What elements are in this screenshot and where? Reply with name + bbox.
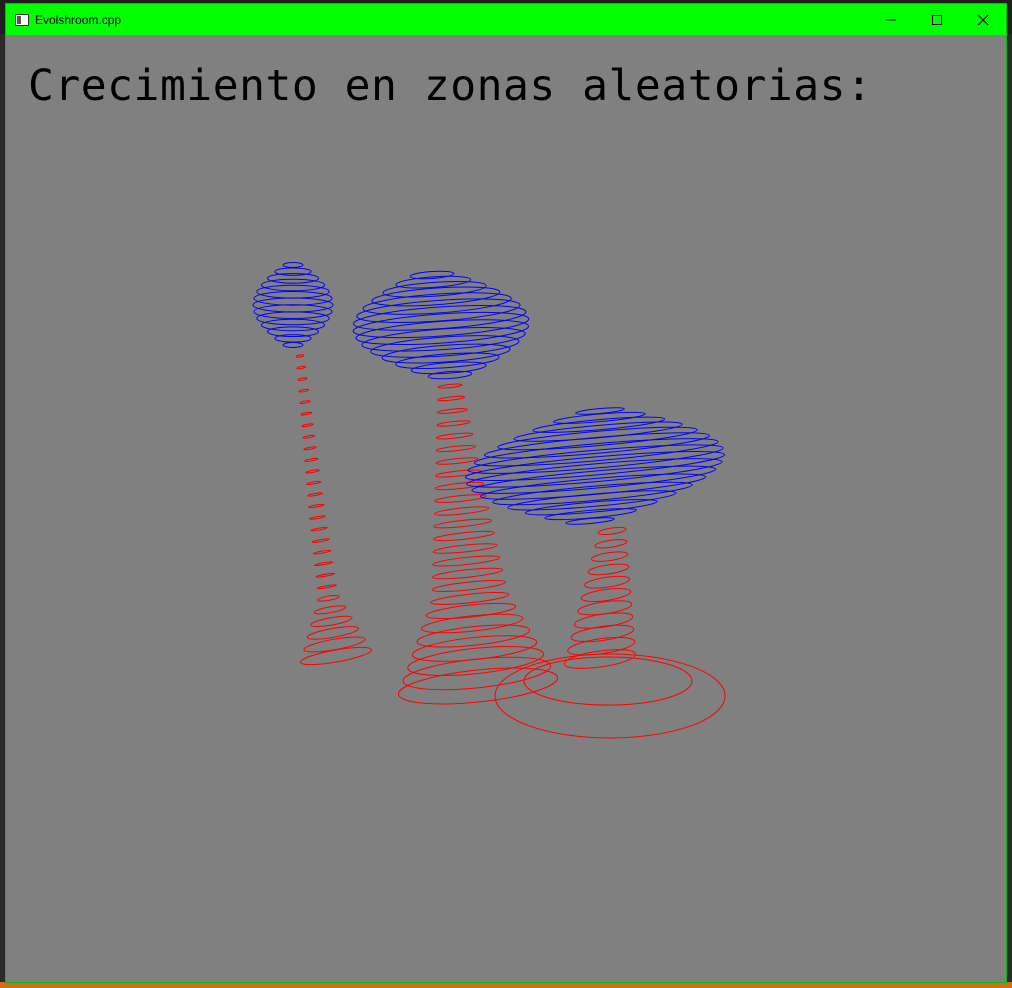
stem-ring [299, 400, 311, 404]
stem-ring [303, 446, 317, 451]
stem-ring [436, 408, 468, 414]
stem-ring [310, 526, 328, 532]
stem-ring [570, 624, 635, 643]
stem-ring [295, 354, 305, 358]
mushroom-caps [252, 262, 726, 525]
stem-base-ring [523, 656, 693, 706]
stem-ring [430, 592, 510, 605]
close-icon [977, 14, 989, 25]
render-canvas[interactable]: Crecimiento en zonas aleatorias: [6, 35, 1006, 982]
cap-ring [473, 438, 719, 467]
stem-ring [313, 605, 347, 615]
stem-ring [305, 469, 320, 474]
stem-ring [302, 434, 316, 439]
cap-ring [395, 352, 500, 369]
stem-ring [314, 561, 334, 567]
stem-ring [432, 555, 501, 567]
stem-ring [590, 551, 629, 562]
stem-ring [425, 602, 517, 620]
stem-ring [306, 480, 322, 486]
cap-ring [427, 370, 473, 380]
stem-ring [437, 395, 466, 402]
stem-ring [296, 365, 306, 370]
cap-ring [282, 262, 304, 268]
stem-ring [312, 549, 332, 555]
stem-ring [584, 575, 631, 589]
stem-ring [435, 457, 479, 465]
stem-ring [432, 543, 498, 554]
stem-ring [433, 506, 490, 516]
stem-ring [435, 444, 476, 453]
stem-ring [431, 567, 504, 580]
cap-ring [282, 342, 304, 348]
app-window: Evolshroom.cpp Crecimiento en zonas alea… [5, 3, 1007, 983]
stem-ring [297, 377, 308, 381]
stem-ring [315, 572, 336, 578]
stem-ring [311, 538, 330, 543]
stem-ring [307, 492, 323, 497]
stem-ring [407, 646, 545, 676]
stem-ring [309, 515, 327, 520]
mushroom-stems [295, 354, 726, 739]
stem-ring [300, 411, 313, 416]
app-icon [15, 13, 29, 26]
stem-ring [316, 584, 337, 590]
close-button[interactable] [960, 4, 1006, 35]
stem-ring [298, 388, 310, 393]
stem-ring [433, 530, 495, 542]
stem-ring [436, 420, 471, 427]
stem-ring [301, 423, 314, 428]
stem-base-ring [494, 653, 726, 739]
stem-ring [308, 503, 325, 509]
stem-ring [437, 383, 463, 389]
stem-ring [573, 612, 634, 629]
stem-ring [431, 580, 506, 592]
mushroom-scene [252, 262, 726, 739]
title-bar[interactable]: Evolshroom.cpp [6, 4, 1006, 35]
maximize-icon [932, 14, 942, 25]
stem-ring [434, 481, 485, 491]
stem-ring [587, 563, 630, 576]
maximize-button[interactable] [914, 4, 960, 35]
stem-ring [597, 526, 627, 536]
stem-ring [436, 432, 474, 440]
minimize-button[interactable] [868, 4, 914, 35]
cap-ring [382, 281, 487, 298]
cap-ring [274, 334, 312, 343]
stem-ring [433, 518, 493, 529]
stem-ring [316, 594, 340, 602]
stem-ring [304, 457, 319, 462]
window-title: Evolshroom.cpp [35, 12, 122, 27]
stem-ring [594, 539, 628, 549]
minimize-icon [886, 19, 896, 20]
stem-ring [300, 646, 372, 666]
cap-ring [471, 465, 717, 494]
stem-ring [434, 494, 487, 503]
